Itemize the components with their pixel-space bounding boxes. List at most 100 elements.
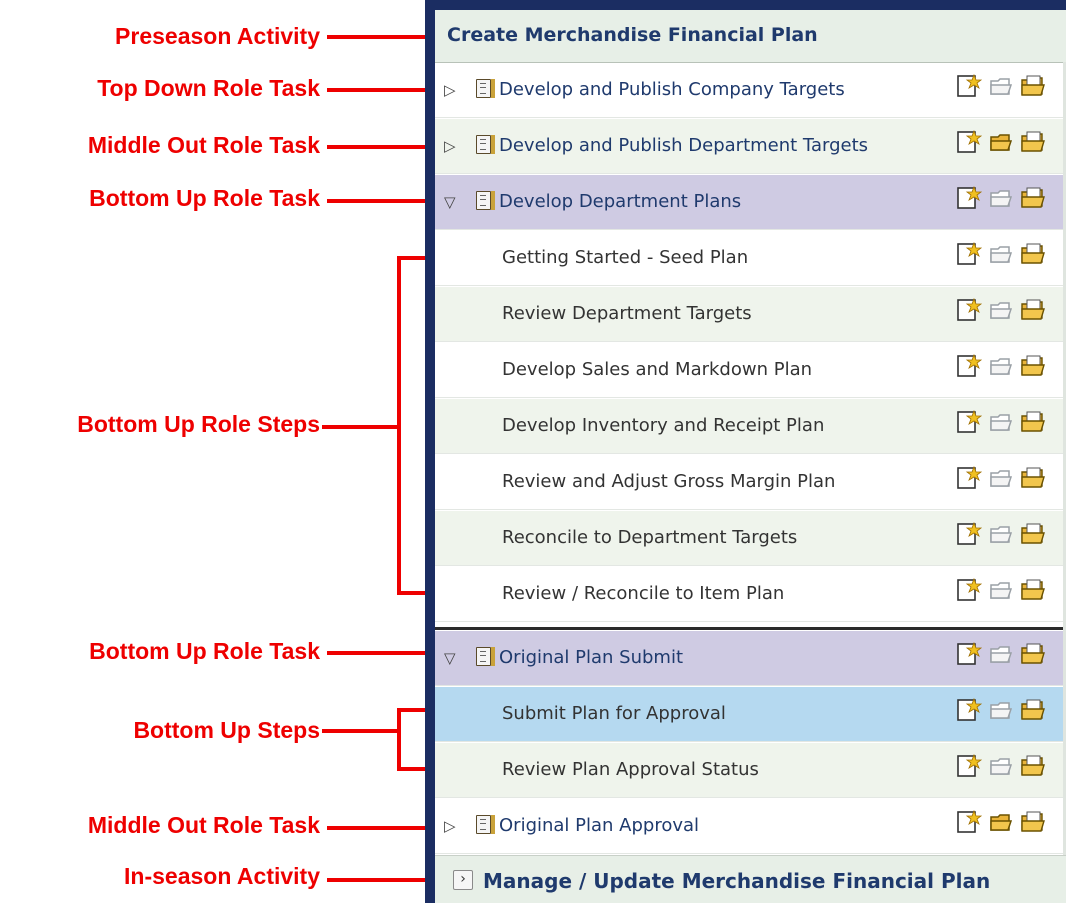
open-task-disabled-icon: [988, 297, 1014, 323]
new-task-icon[interactable]: [956, 753, 982, 779]
step-row-sales-markdown-plan[interactable]: Develop Sales and Markdown Plan: [435, 343, 1066, 398]
open-task-disabled-icon: [988, 185, 1014, 211]
task-document-icon: [476, 647, 491, 666]
task-row-company-targets[interactable]: ▷ Develop and Publish Company Targets: [435, 63, 1066, 118]
open-folder-icon[interactable]: [1020, 409, 1046, 435]
task-label[interactable]: Develop Department Plans: [499, 191, 741, 212]
step-row-getting-started[interactable]: Getting Started - Seed Plan: [435, 231, 1066, 286]
expand-icon[interactable]: ▷: [444, 817, 462, 835]
new-task-icon[interactable]: [956, 641, 982, 667]
chevron-right-icon[interactable]: ›: [453, 870, 473, 890]
callout-middle-out-role-task: Middle Out Role Task: [87, 132, 320, 158]
open-task-disabled-icon: [988, 465, 1014, 491]
step-label[interactable]: Review Department Targets: [502, 303, 752, 324]
open-folder-icon[interactable]: [1020, 641, 1046, 667]
step-label[interactable]: Review and Adjust Gross Margin Plan: [502, 471, 835, 492]
open-folder-icon[interactable]: [1020, 185, 1046, 211]
callout-middle-out-role-task-2: Middle Out Role Task: [87, 812, 320, 838]
open-task-disabled-icon: [988, 577, 1014, 603]
step-actions: [956, 297, 1064, 329]
open-folder-icon[interactable]: [1020, 297, 1046, 323]
new-task-icon[interactable]: [956, 465, 982, 491]
open-folder-icon[interactable]: [1020, 809, 1046, 835]
open-folder-icon[interactable]: [1020, 73, 1046, 99]
step-label[interactable]: Review / Reconcile to Item Plan: [502, 583, 784, 604]
step-row-review-approval-status[interactable]: Review Plan Approval Status: [435, 743, 1066, 798]
new-task-icon[interactable]: [956, 577, 982, 603]
activity-header-inseason[interactable]: › Manage / Update Merchandise Financial …: [435, 855, 1066, 903]
open-task-disabled-icon: [988, 641, 1014, 667]
open-task-icon[interactable]: [988, 809, 1014, 835]
step-label[interactable]: Review Plan Approval Status: [502, 759, 759, 780]
step-actions: [956, 697, 1064, 729]
step-row-review-department-targets[interactable]: Review Department Targets: [435, 287, 1066, 342]
task-row-original-plan-approval[interactable]: ▷ Original Plan Approval: [435, 799, 1066, 854]
window-frame-left: [425, 0, 435, 903]
open-task-icon[interactable]: [988, 129, 1014, 155]
inseason-activity-title: Manage / Update Merchandise Financial Pl…: [483, 869, 991, 893]
open-folder-icon[interactable]: [1020, 521, 1046, 547]
task-document-icon: [476, 815, 491, 834]
task-label[interactable]: Develop and Publish Company Targets: [499, 79, 845, 100]
task-document-icon: [476, 79, 491, 98]
task-document-icon-spine: [491, 79, 495, 98]
step-label[interactable]: Develop Sales and Markdown Plan: [502, 359, 812, 380]
open-task-disabled-icon: [988, 409, 1014, 435]
open-folder-icon[interactable]: [1020, 241, 1046, 267]
task-document-icon: [476, 135, 491, 154]
step-actions: [956, 577, 1064, 609]
step-row-gross-margin-plan[interactable]: Review and Adjust Gross Margin Plan: [435, 455, 1066, 510]
open-folder-icon[interactable]: [1020, 353, 1046, 379]
task-label[interactable]: Develop and Publish Department Targets: [499, 135, 868, 156]
open-task-disabled-icon: [988, 521, 1014, 547]
task-label[interactable]: Original Plan Approval: [499, 815, 699, 836]
task-document-icon-spine: [491, 135, 495, 154]
step-label[interactable]: Reconcile to Department Targets: [502, 527, 797, 548]
collapse-icon[interactable]: ▽: [444, 649, 462, 667]
expand-icon[interactable]: ▷: [444, 81, 462, 99]
new-task-icon[interactable]: [956, 129, 982, 155]
new-task-icon[interactable]: [956, 809, 982, 835]
callout-in-season-activity: In-season Activity: [124, 863, 320, 889]
task-row-department-plans[interactable]: ▽ Develop Department Plans: [435, 175, 1066, 230]
open-folder-icon[interactable]: [1020, 577, 1046, 603]
open-folder-icon[interactable]: [1020, 753, 1046, 779]
task-label[interactable]: Original Plan Submit: [499, 647, 683, 668]
section-divider: [435, 627, 1066, 630]
task-row-original-plan-submit[interactable]: ▽ Original Plan Submit: [435, 631, 1066, 686]
step-actions: [956, 353, 1064, 385]
step-label[interactable]: Develop Inventory and Receipt Plan: [502, 415, 824, 436]
step-row-submit-plan-selected[interactable]: Submit Plan for Approval: [435, 687, 1066, 742]
collapse-icon[interactable]: ▽: [444, 193, 462, 211]
activity-header-preseason[interactable]: Create Merchandise Financial Plan: [435, 10, 1066, 63]
callout-preseason-activity: Preseason Activity: [115, 23, 320, 49]
step-label[interactable]: Submit Plan for Approval: [502, 703, 726, 724]
step-row-reconcile-department-targets[interactable]: Reconcile to Department Targets: [435, 511, 1066, 566]
new-task-icon[interactable]: [956, 521, 982, 547]
new-task-icon[interactable]: [956, 73, 982, 99]
open-folder-icon[interactable]: [1020, 697, 1046, 723]
step-actions: [956, 521, 1064, 553]
open-task-disabled-icon: [988, 697, 1014, 723]
step-row-inventory-receipt-plan[interactable]: Develop Inventory and Receipt Plan: [435, 399, 1066, 454]
task-row-department-targets[interactable]: ▷ Develop and Publish Department Targets: [435, 119, 1066, 174]
new-task-icon[interactable]: [956, 185, 982, 211]
task-document-icon-spine: [491, 815, 495, 834]
step-actions: [956, 465, 1064, 497]
open-task-disabled-icon: [988, 753, 1014, 779]
callout-bottom-up-steps: Bottom Up Steps: [133, 717, 320, 743]
new-task-icon[interactable]: [956, 241, 982, 267]
new-task-icon[interactable]: [956, 353, 982, 379]
expand-icon[interactable]: ▷: [444, 137, 462, 155]
step-row-reconcile-item-plan[interactable]: Review / Reconcile to Item Plan: [435, 567, 1066, 622]
step-label[interactable]: Getting Started - Seed Plan: [502, 247, 748, 268]
task-actions: [956, 809, 1064, 841]
task-actions: [956, 185, 1064, 217]
callout-bottom-up-role-task: Bottom Up Role Task: [89, 185, 320, 211]
open-folder-icon[interactable]: [1020, 465, 1046, 491]
open-folder-icon[interactable]: [1020, 129, 1046, 155]
new-task-icon[interactable]: [956, 697, 982, 723]
task-actions: [956, 73, 1064, 105]
new-task-icon[interactable]: [956, 409, 982, 435]
new-task-icon[interactable]: [956, 297, 982, 323]
